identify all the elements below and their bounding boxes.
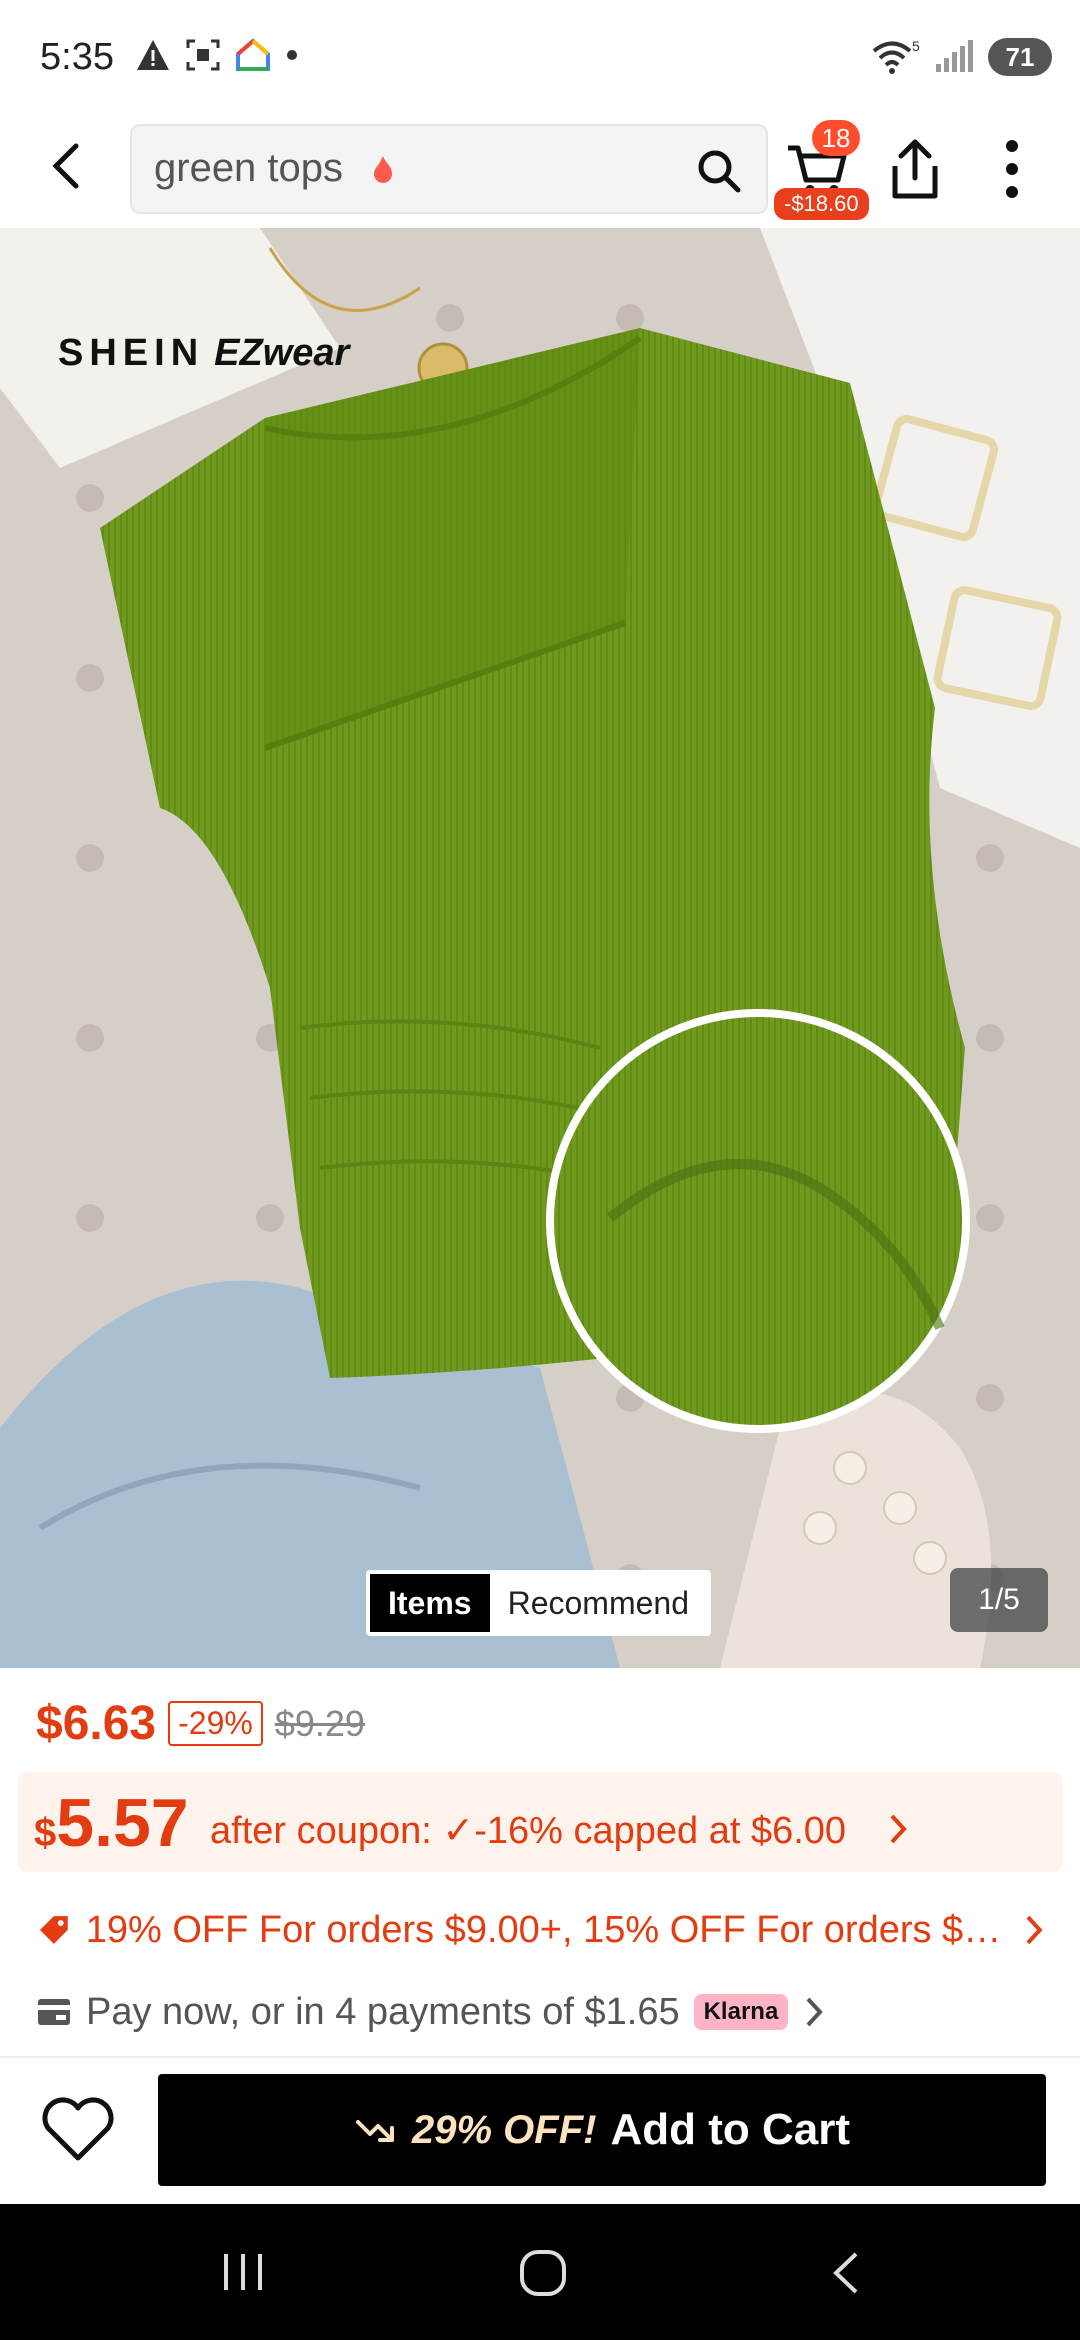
price-row: $6.63 -29% $9.29 — [36, 1696, 365, 1751]
wifi-icon: 5 — [872, 39, 920, 74]
nav-back-button[interactable] — [826, 2248, 866, 2303]
coupon-currency: $ — [34, 1811, 57, 1855]
heart-icon — [42, 2097, 114, 2161]
image-tabs: Items Recommend — [366, 1570, 711, 1636]
cart-button[interactable]: 18 -$18.60 — [774, 116, 880, 226]
share-button[interactable] — [885, 136, 945, 207]
trending-down-icon — [355, 2120, 394, 2142]
system-nav-bar — [0, 2204, 1080, 2340]
current-price: $6.63 — [36, 1697, 157, 1750]
share-icon — [892, 139, 938, 199]
google-home-icon — [236, 38, 270, 71]
warning-icon — [137, 40, 169, 70]
home-button[interactable] — [518, 2248, 568, 2303]
tab-items[interactable]: Items — [370, 1574, 490, 1632]
cart-saving-badge: -$18.60 — [774, 188, 869, 220]
search-value: green tops — [154, 146, 344, 190]
more-options-button[interactable] — [992, 136, 1032, 207]
back-arrow-icon — [52, 143, 79, 189]
wishlist-button[interactable] — [40, 2094, 116, 2169]
promo-text: 19% OFF For orders $9.00+, 15% OFF For o… — [85, 1908, 1009, 1951]
chevron-right-icon — [890, 1814, 907, 1844]
system-icons: 5 71 — [870, 38, 1052, 76]
payment-row[interactable]: Pay now, or in 4 payments of $1.65 Klarn… — [36, 1984, 826, 2040]
coupon-text: after coupon: ✓-16% capped at $6.00 — [210, 1810, 847, 1852]
search-input[interactable]: green tops — [130, 124, 768, 214]
discount-label: 29% OFF! — [411, 2107, 597, 2152]
chevron-right-icon — [806, 1997, 824, 2027]
recent-apps-icon — [224, 2254, 262, 2290]
coupon-banner[interactable]: $5.57 after coupon: ✓-16% capped at $6.0… — [18, 1772, 1062, 1872]
add-to-cart-label: Add to Cart — [610, 2105, 850, 2154]
recent-apps-button[interactable] — [218, 2248, 268, 2301]
notification-icons — [135, 38, 299, 72]
tag-icon — [39, 1916, 68, 1944]
signal-icon — [936, 40, 973, 72]
image-page-indicator: 1/5 — [950, 1568, 1048, 1632]
product-photo — [0, 228, 1080, 1668]
svg-text:5: 5 — [912, 39, 920, 54]
promo-row[interactable]: 19% OFF For orders $9.00+, 15% OFF For o… — [36, 1902, 1046, 1958]
tab-recommend[interactable]: Recommend — [490, 1574, 707, 1632]
trending-flame-icon — [374, 156, 392, 183]
add-to-cart-button[interactable]: 29% OFF! Add to Cart — [158, 2074, 1046, 2186]
header: green tops 18 -$18.60 — [0, 116, 1080, 228]
battery-indicator: 71 — [988, 38, 1052, 76]
product-image[interactable]: SHEIN EZwear Items Recommend 1/5 — [0, 228, 1080, 1668]
back-button[interactable] — [40, 138, 96, 194]
screenshot-icon — [186, 39, 220, 71]
discount-badge: -29% — [168, 1701, 263, 1746]
brand-sub-label: EZwear — [214, 332, 350, 374]
nav-back-icon — [833, 2252, 858, 2294]
original-price: $9.29 — [274, 1702, 365, 1744]
chevron-right-icon — [1026, 1915, 1043, 1945]
card-icon — [38, 1999, 70, 2025]
action-bar: 29% OFF! Add to Cart — [0, 2058, 1080, 2204]
status-time: 5:35 — [40, 36, 114, 78]
pay-text: Pay now, or in 4 payments of $1.65 — [86, 1990, 680, 2033]
search-icon[interactable] — [694, 146, 744, 196]
brand-logo: SHEIN EZwear — [58, 332, 349, 375]
coupon-amount: 5.57 — [56, 1785, 189, 1861]
brand-main-label: SHEIN — [58, 332, 205, 374]
status-bar: 5:35 5 71 — [0, 0, 1080, 116]
cart-count-badge: 18 — [812, 120, 860, 156]
dot-icon — [287, 50, 297, 60]
klarna-badge: Klarna — [693, 1994, 789, 2030]
coupon-price: $5.57 — [34, 1784, 189, 1862]
home-icon — [520, 2250, 566, 2296]
more-vertical-icon — [1006, 140, 1018, 198]
